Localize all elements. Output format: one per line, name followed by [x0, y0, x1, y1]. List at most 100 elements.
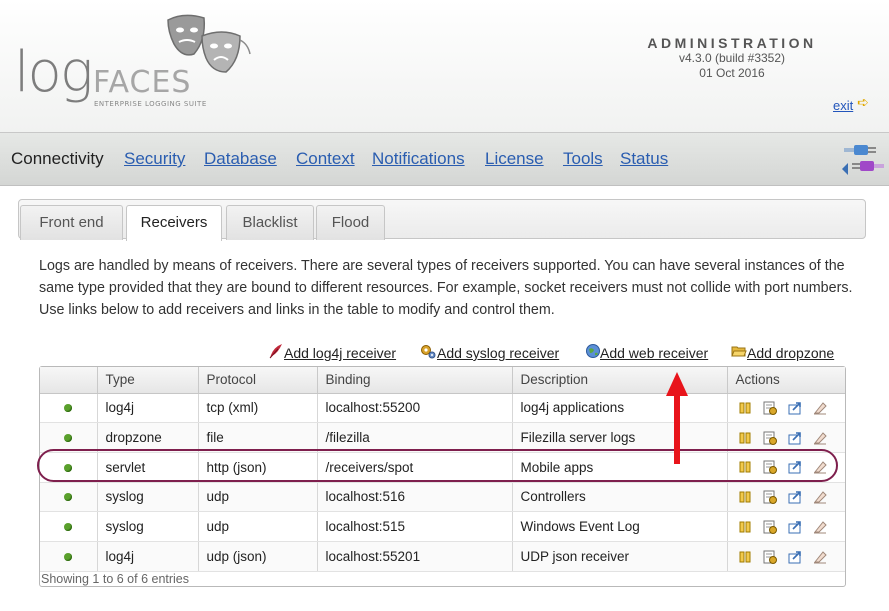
- status-running-icon: [64, 463, 72, 472]
- column-header-actions[interactable]: Actions: [727, 367, 845, 394]
- table-row: syslog udp localhost:515 Windows Event Log: [40, 511, 845, 542]
- tab-receivers[interactable]: Receivers: [126, 205, 222, 241]
- admin-title: ADMINISTRATION: [647, 35, 817, 51]
- globe-icon[interactable]: [585, 343, 601, 359]
- delete-icon[interactable]: [812, 519, 828, 535]
- tab-flood[interactable]: Flood: [316, 205, 385, 240]
- nav-license[interactable]: License: [485, 149, 544, 169]
- cell-description: Controllers: [512, 482, 728, 513]
- status-indicator: [40, 511, 98, 542]
- column-header-binding[interactable]: Binding: [317, 367, 513, 394]
- header: log FACES ENTERPRISE LOGGING SUITE ADMIN…: [0, 0, 889, 132]
- cell-type: syslog: [97, 482, 199, 513]
- status-indicator: [40, 422, 98, 453]
- logo-text-faces: FACES: [93, 65, 192, 100]
- cell-description: log4j applications: [512, 393, 728, 424]
- export-icon[interactable]: [787, 549, 803, 565]
- cell-type: dropzone: [97, 422, 199, 453]
- cell-binding: localhost:55200: [317, 393, 513, 424]
- cell-description: Filezilla server logs: [512, 422, 728, 453]
- pause-icon[interactable]: [737, 519, 753, 535]
- tab-front-end[interactable]: Front end: [20, 205, 123, 240]
- nav-notifications[interactable]: Notifications: [372, 149, 465, 169]
- nav-database[interactable]: Database: [204, 149, 277, 169]
- export-icon[interactable]: [787, 519, 803, 535]
- plug-icon: [842, 145, 884, 175]
- export-icon[interactable]: [787, 430, 803, 446]
- tab-blacklist[interactable]: Blacklist: [226, 205, 314, 240]
- cell-type: log4j: [97, 393, 199, 424]
- cell-protocol: udp: [198, 511, 318, 542]
- cell-type: syslog: [97, 511, 199, 542]
- pause-icon[interactable]: [737, 430, 753, 446]
- add-dropzone-link[interactable]: Add dropzone: [747, 345, 834, 361]
- edit-icon[interactable]: [762, 459, 778, 475]
- status-running-icon: [64, 404, 72, 413]
- delete-icon[interactable]: [812, 549, 828, 565]
- gears-icon[interactable]: [420, 343, 436, 359]
- export-icon[interactable]: [787, 459, 803, 475]
- cell-actions: [727, 452, 845, 483]
- main-nav: Connectivity Security Database Context N…: [0, 132, 889, 186]
- table-row: servlet http (json)/receivers/spot Mobile …: [40, 452, 845, 483]
- tab-bar: Front end Receivers Blacklist Flood: [18, 199, 866, 241]
- folder-open-icon[interactable]: [731, 343, 747, 359]
- nav-connectivity: Connectivity: [11, 149, 104, 168]
- edit-icon[interactable]: [762, 489, 778, 505]
- edit-icon[interactable]: [762, 430, 778, 446]
- status-indicator: [40, 452, 98, 483]
- nav-security[interactable]: Security: [124, 149, 185, 169]
- delete-icon[interactable]: [812, 489, 828, 505]
- table-row: syslog udp localhost:516 Controllers: [40, 482, 845, 513]
- delete-icon[interactable]: [812, 400, 828, 416]
- export-icon[interactable]: [787, 400, 803, 416]
- column-header-protocol[interactable]: Protocol: [198, 367, 318, 394]
- pause-icon[interactable]: [737, 549, 753, 565]
- pause-icon[interactable]: [737, 459, 753, 475]
- cell-actions: [727, 482, 845, 513]
- logo-text-log: log: [14, 40, 93, 105]
- add-syslog-receiver-link[interactable]: Add syslog receiver: [437, 345, 559, 361]
- cell-description: Windows Event Log: [512, 511, 728, 542]
- arrow-right-icon[interactable]: ➪: [857, 95, 869, 111]
- version-label: v4.3.0 (build #3352): [678, 51, 786, 65]
- add-log4j-receiver-link[interactable]: Add log4j receiver: [284, 345, 396, 361]
- column-header-type[interactable]: Type: [97, 367, 199, 394]
- cell-protocol: http (json): [198, 452, 318, 483]
- pause-icon[interactable]: [737, 400, 753, 416]
- export-icon[interactable]: [787, 489, 803, 505]
- edit-icon[interactable]: [762, 549, 778, 565]
- edit-icon[interactable]: [762, 519, 778, 535]
- cell-actions: [727, 511, 845, 542]
- feather-icon[interactable]: [268, 343, 284, 359]
- arrow-up-icon: [666, 372, 688, 464]
- status-running-icon: [64, 493, 72, 502]
- cell-actions: [727, 541, 845, 572]
- build-date: 01 Oct 2016: [699, 66, 765, 80]
- column-header-description[interactable]: Description: [512, 367, 728, 394]
- receivers-table: Type Protocol Binding Description Action…: [39, 366, 846, 587]
- cell-description: UDP json receiver: [512, 541, 728, 572]
- exit-link[interactable]: exit: [833, 98, 853, 113]
- add-web-receiver-link[interactable]: Add web receiver: [600, 345, 708, 361]
- table-info: Showing 1 to 6 of 6 entries: [41, 572, 190, 586]
- status-running-icon: [64, 523, 72, 532]
- cell-binding: localhost:55201: [317, 541, 513, 572]
- nav-context[interactable]: Context: [296, 149, 355, 169]
- cell-actions: [727, 393, 845, 424]
- table-row: log4j udp (json) localhost:55201 UDP json r…: [40, 541, 845, 572]
- cell-binding: localhost:516: [317, 482, 513, 513]
- cell-description: Mobile apps: [512, 452, 728, 483]
- delete-icon[interactable]: [812, 430, 828, 446]
- status-running-icon: [64, 434, 72, 443]
- cell-binding: /filezilla: [317, 422, 513, 453]
- cell-protocol: tcp (xml): [198, 393, 318, 424]
- column-header-status[interactable]: [40, 367, 98, 394]
- delete-icon[interactable]: [812, 459, 828, 475]
- nav-tools[interactable]: Tools: [563, 149, 603, 169]
- cell-actions: [727, 422, 845, 453]
- edit-icon[interactable]: [762, 400, 778, 416]
- receivers-description: Logs are handled by means of receivers. …: [39, 258, 853, 318]
- pause-icon[interactable]: [737, 489, 753, 505]
- nav-status[interactable]: Status: [620, 149, 668, 169]
